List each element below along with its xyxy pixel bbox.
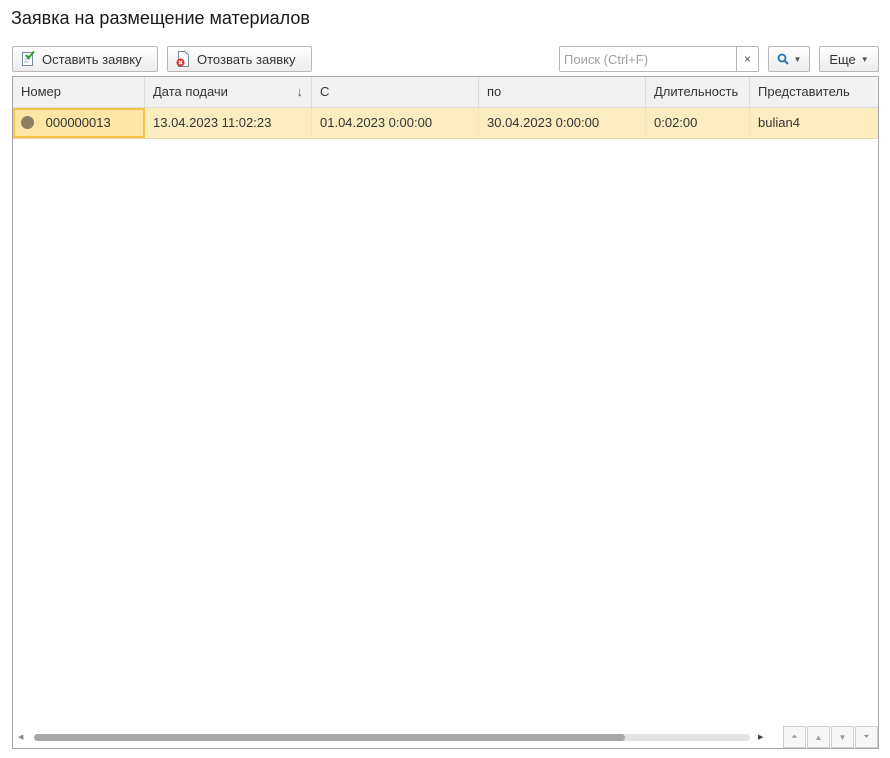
go-to-last-button[interactable]: ⏷ [855, 726, 878, 748]
status-circle-icon [21, 116, 34, 130]
column-header-from[interactable]: С [312, 77, 479, 107]
revoke-request-button[interactable]: Отозвать заявку [167, 46, 312, 72]
search-options-button[interactable]: ▼ [768, 46, 810, 72]
down-arrow-icon: ▼ [838, 732, 847, 742]
revoke-request-label: Отозвать заявку [197, 51, 296, 67]
scroll-left-arrow-icon[interactable]: ◀ [18, 733, 23, 741]
last-icon: ⏷ [863, 732, 870, 741]
cell-duration[interactable]: 0:02:00 [646, 108, 750, 138]
column-header-number[interactable]: Номер [13, 77, 145, 107]
requests-table: Номер Дата подачи ↓ С по Длительность Пр… [12, 76, 879, 749]
go-to-first-button[interactable]: ⏶ [783, 726, 806, 748]
search-box: × [559, 46, 759, 72]
table-header: Номер Дата подачи ↓ С по Длительность Пр… [13, 77, 878, 108]
go-to-previous-button[interactable]: ▲ [807, 726, 830, 748]
column-header-to[interactable]: по [479, 77, 646, 107]
page-title: Заявка на размещение материалов [11, 8, 310, 28]
horizontal-scrollbar[interactable] [34, 734, 750, 741]
sort-descending-icon: ↓ [296, 84, 304, 99]
document-delete-icon [175, 51, 191, 67]
column-header-duration[interactable]: Длительность [646, 77, 750, 107]
scroll-right-arrow-icon[interactable]: ▶ [758, 733, 763, 741]
cell-representative[interactable]: bulian4 [750, 108, 878, 138]
document-check-icon [20, 50, 36, 67]
leave-request-label: Оставить заявку [42, 51, 142, 67]
go-to-next-button[interactable]: ▼ [831, 726, 854, 748]
column-header-submitted[interactable]: Дата подачи ↓ [145, 77, 312, 107]
cell-from[interactable]: 01.04.2023 0:00:00 [312, 108, 479, 138]
column-header-representative[interactable]: Представитель [750, 77, 878, 107]
more-label: Еще [829, 51, 856, 67]
search-input[interactable] [560, 48, 734, 70]
up-arrow-icon: ▲ [814, 732, 823, 742]
leave-request-button[interactable]: Оставить заявку [12, 46, 158, 72]
cell-submitted[interactable]: 13.04.2023 11:02:23 [145, 108, 312, 138]
more-button[interactable]: Еще ▼ [819, 46, 879, 72]
chevron-down-icon: ▼ [793, 54, 802, 64]
table-row[interactable]: 000000013 13.04.2023 11:02:23 01.04.2023… [13, 108, 878, 139]
first-icon: ⏶ [791, 732, 798, 741]
horizontal-scrollbar-thumb[interactable] [34, 734, 625, 741]
column-header-submitted-label: Дата подачи [153, 84, 228, 99]
clear-search-button[interactable]: × [736, 47, 758, 71]
magnifier-icon [777, 53, 789, 65]
cell-to[interactable]: 30.04.2023 0:00:00 [479, 108, 646, 138]
chevron-down-icon: ▼ [860, 54, 869, 64]
cell-number-value: 000000013 [45, 115, 111, 130]
cell-number[interactable]: 000000013 [13, 108, 145, 138]
